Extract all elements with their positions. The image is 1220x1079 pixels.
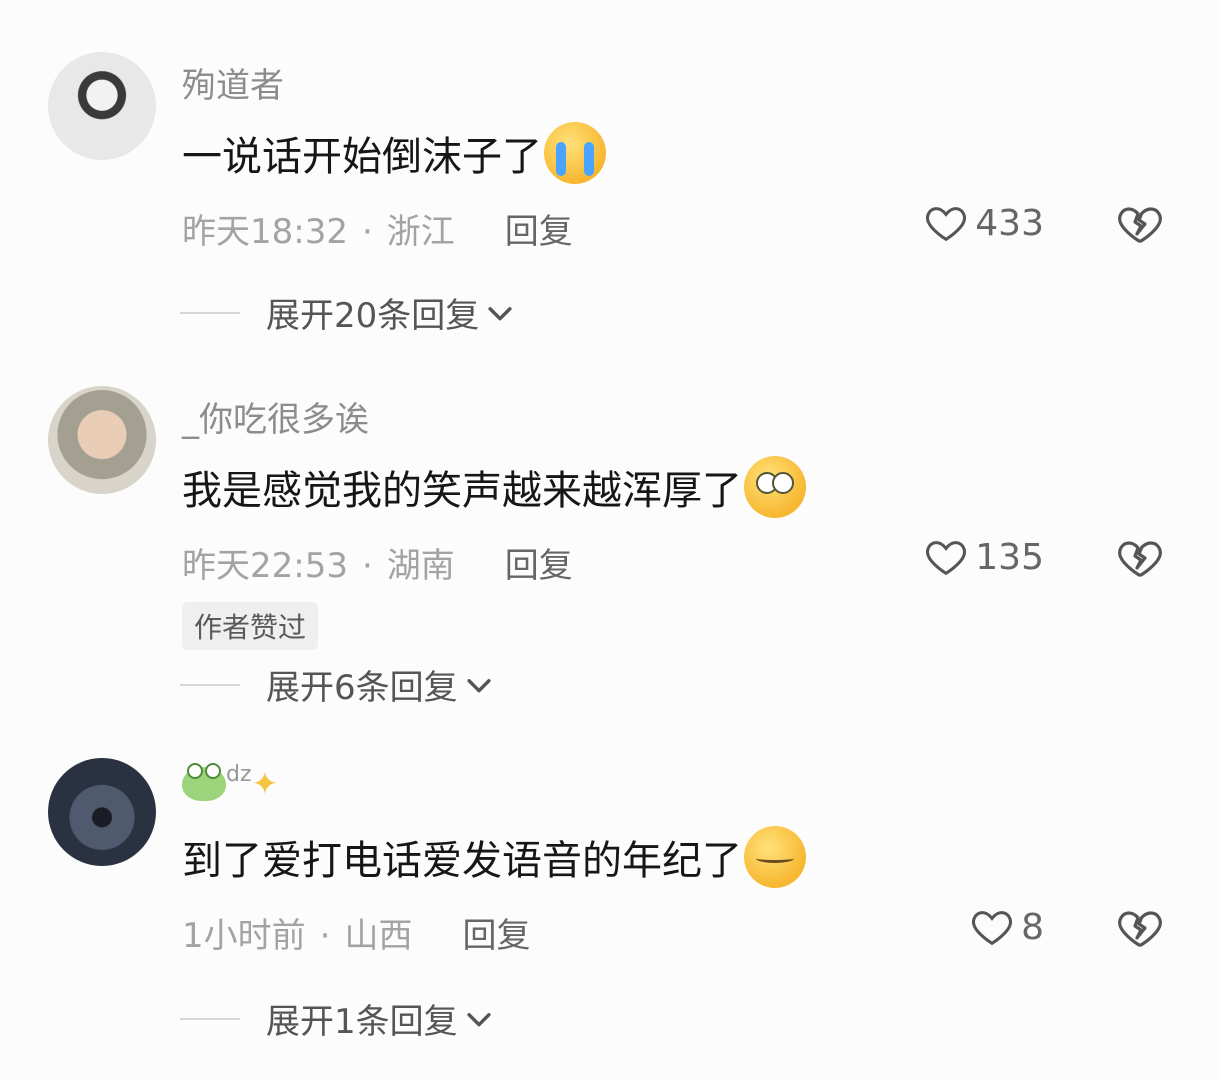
comment-text: 我是感觉我的笑声越来越浑厚了	[182, 456, 806, 518]
like-count: 8	[1021, 906, 1044, 948]
comment-text-body: 我是感觉我的笑声越来越浑厚了	[182, 468, 742, 514]
like-button[interactable]: 135	[923, 534, 1044, 580]
comment-text-body: 一说话开始倒沫子了	[182, 134, 542, 180]
like-count: 433	[975, 202, 1044, 244]
username[interactable]: _你吃很多诶	[182, 392, 369, 441]
author-liked-badge: 作者赞过	[182, 602, 319, 650]
username[interactable]: dz✦	[182, 762, 278, 803]
chevron-down-icon	[488, 306, 512, 320]
comment-location: 湖南	[386, 546, 455, 586]
comment-time: 昨天22:53	[182, 546, 348, 586]
dizzy-star-icon: ✦	[251, 764, 279, 803]
separator-dot: ·	[319, 916, 331, 956]
expand-replies-button[interactable]: 展开1条回复	[180, 994, 496, 1043]
divider	[180, 1017, 240, 1020]
separator-dot: ·	[361, 212, 373, 252]
username[interactable]: 殉道者	[182, 58, 284, 107]
heart-icon	[926, 541, 967, 576]
avatar[interactable]	[48, 758, 156, 866]
comment-time: 昨天18:32	[182, 212, 348, 252]
comment-location: 山西	[344, 916, 413, 956]
like-button[interactable]: 433	[923, 200, 1044, 246]
comment-location: 浙江	[386, 212, 455, 252]
smirk-face-icon	[744, 826, 806, 888]
separator-dot: ·	[361, 546, 373, 586]
divider	[180, 683, 240, 686]
reply-button[interactable]: 回复	[462, 916, 530, 956]
comment-text-body: 到了爱打电话爱发语音的年纪了	[182, 838, 742, 884]
avatar[interactable]	[48, 386, 156, 494]
expand-replies-button[interactable]: 展开6条回复	[180, 660, 496, 709]
expand-replies-label: 展开6条回复	[266, 668, 458, 708]
like-count: 135	[975, 536, 1044, 578]
flushed-face-icon	[744, 456, 806, 518]
comment-meta: 1小时前 · 山西 回复	[182, 908, 530, 957]
comment-time: 1小时前	[182, 916, 306, 956]
like-button[interactable]: 8	[969, 904, 1044, 950]
avatar[interactable]	[48, 52, 156, 160]
chevron-down-icon	[467, 678, 491, 692]
comment-text: 到了爱打电话爱发语音的年纪了	[182, 826, 806, 888]
chevron-down-icon	[467, 1012, 491, 1026]
expand-replies-label: 展开1条回复	[266, 1002, 458, 1042]
expand-replies-label: 展开20条回复	[266, 296, 480, 336]
broken-heart-icon[interactable]	[1115, 904, 1163, 952]
divider	[180, 311, 240, 314]
heart-icon	[926, 207, 967, 242]
expand-replies-button[interactable]: 展开20条回复	[180, 288, 517, 337]
broken-heart-icon[interactable]	[1115, 534, 1163, 582]
reply-button[interactable]: 回复	[505, 546, 573, 586]
reply-button[interactable]: 回复	[505, 212, 573, 252]
comment-meta: 昨天18:32 · 浙江 回复	[182, 204, 573, 253]
comment-text: 一说话开始倒沫子了	[182, 122, 606, 184]
heart-icon	[972, 911, 1013, 946]
broken-heart-icon[interactable]	[1115, 200, 1163, 248]
frog-face-icon	[182, 762, 226, 801]
comment-meta: 昨天22:53 · 湖南 回复	[182, 538, 573, 587]
username-text: dz	[226, 762, 252, 787]
loudly-crying-face-icon	[544, 122, 606, 184]
